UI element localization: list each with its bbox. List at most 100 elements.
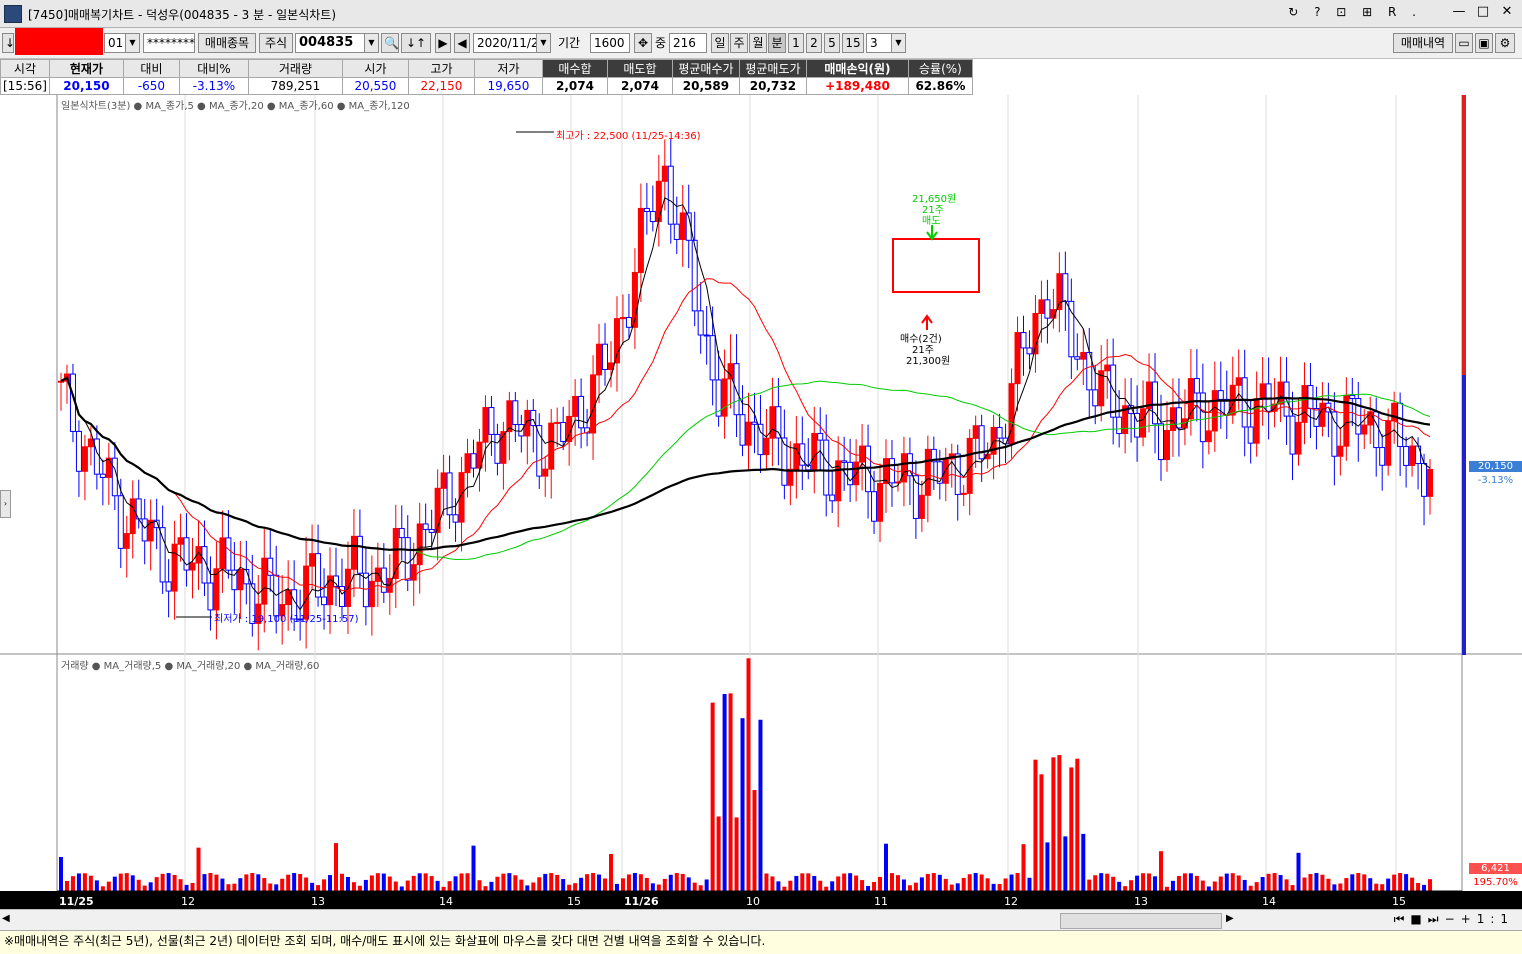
- day-button[interactable]: 일: [711, 33, 729, 53]
- scroll-right-icon[interactable]: ▶: [1226, 913, 1234, 924]
- stock-type-button[interactable]: 주식: [259, 33, 293, 53]
- volume-bar: [860, 880, 865, 891]
- minute-select[interactable]: 3 ▼: [866, 33, 906, 53]
- candle-body: [321, 596, 328, 606]
- time-axis-label: 10: [746, 895, 760, 908]
- candle-body: [757, 423, 764, 456]
- volume-bar: [973, 873, 978, 891]
- candle-body: [171, 543, 178, 592]
- chevron-down-icon[interactable]: ▼: [125, 34, 139, 52]
- volume-chart-svg[interactable]: [0, 655, 1522, 908]
- volume-bar: [453, 876, 458, 891]
- chevron-down-icon[interactable]: ▼: [536, 34, 550, 52]
- candle-body: [464, 453, 471, 474]
- nav-first-icon[interactable]: ⏮: [1394, 912, 1411, 926]
- wrench-icon[interactable]: ⚙: [1495, 33, 1515, 53]
- volume-bar: [339, 873, 344, 891]
- candle-body: [673, 223, 680, 240]
- week-button[interactable]: 주: [730, 33, 748, 53]
- volume-bar: [226, 884, 231, 891]
- volume-bar: [429, 876, 434, 891]
- min15-button[interactable]: 15: [842, 33, 864, 53]
- weight-input[interactable]: 216: [669, 33, 707, 53]
- chart-nav-icons[interactable]: ⏮■⏭−+1:1: [1394, 912, 1514, 927]
- candle-body: [123, 533, 130, 549]
- chart-scrollbar[interactable]: ◀ ▶ ⏮■⏭−+1:1: [0, 909, 1522, 931]
- volume-bar: [1099, 873, 1104, 891]
- zoom-in-icon[interactable]: +: [1461, 912, 1477, 926]
- min2-button[interactable]: 2: [806, 33, 822, 53]
- price-chart-svg[interactable]: [0, 95, 1522, 655]
- trade-history-button[interactable]: 매매내역: [1393, 33, 1453, 53]
- sell-marker-type[interactable]: 매도: [922, 212, 940, 227]
- volume-bar: [764, 873, 769, 891]
- volume-bar: [794, 875, 799, 891]
- time-axis-label: 11/25: [59, 895, 94, 908]
- volume-bar: [405, 880, 410, 891]
- candle-body: [213, 568, 220, 611]
- sort-icon[interactable]: ↓↑: [401, 33, 431, 53]
- volume-bar: [901, 879, 906, 891]
- titlebar-tool-icons[interactable]: ↻ ? ⊡ ⊞ R .: [1288, 5, 1422, 19]
- volume-bar: [549, 873, 554, 891]
- candle-body: [309, 553, 316, 567]
- volume-bar: [1117, 881, 1122, 891]
- min1-button[interactable]: 1: [788, 33, 804, 53]
- volume-bar: [1075, 758, 1080, 891]
- volume-chart-panel[interactable]: 거래량 ● MA_거래량,5 ● MA_거래량,20 ● MA_거래량,60 6…: [0, 655, 1522, 908]
- month-button[interactable]: 월: [749, 33, 767, 53]
- volume-bar: [1009, 874, 1014, 891]
- price-chart-panel[interactable]: 일본식차트(3분) ● MA_종가,5 ● MA_종가,20 ● MA_종가,6…: [0, 95, 1522, 655]
- candle-body: [1217, 390, 1224, 400]
- maximize-button[interactable]: □: [1472, 2, 1494, 22]
- candle-body: [1080, 351, 1087, 360]
- scroll-left-icon[interactable]: ◀: [2, 913, 10, 924]
- candle-body: [643, 207, 650, 213]
- min5-button[interactable]: 5: [824, 33, 840, 53]
- candle-body: [1110, 364, 1117, 418]
- volume-bar: [310, 882, 315, 891]
- chevron-down-icon[interactable]: ▼: [364, 34, 378, 52]
- time-axis-background: [0, 891, 1522, 909]
- account-select[interactable]: 01 ▼: [104, 33, 140, 53]
- close-button[interactable]: ✕: [1496, 2, 1518, 22]
- side-expand-button[interactable]: ›: [0, 490, 11, 518]
- candle-body: [1361, 424, 1368, 435]
- minimize-button[interactable]: —: [1448, 2, 1470, 22]
- next-arrow-icon[interactable]: ▶: [435, 33, 451, 53]
- candle-body: [1421, 462, 1428, 497]
- candle-body: [625, 317, 632, 328]
- volume-bar: [603, 878, 608, 891]
- prev-arrow-icon[interactable]: ◀: [454, 33, 470, 53]
- value-avg-buy: 20,589: [671, 77, 740, 95]
- trade-items-button[interactable]: 매매종목: [198, 33, 256, 53]
- candle-body: [225, 537, 232, 571]
- folder-icon[interactable]: ▭: [1455, 33, 1473, 53]
- candle-body: [1169, 407, 1176, 431]
- password-field[interactable]: ********: [143, 33, 195, 53]
- high-price-label: 최고가 : 22,500 (11/25-14:36): [556, 131, 701, 142]
- scroll-thumb[interactable]: [1060, 913, 1222, 929]
- period-input[interactable]: 1600: [590, 33, 630, 53]
- candle-body: [374, 567, 381, 582]
- date-input[interactable]: 2020/11/26 ▼: [473, 33, 551, 53]
- arrow-down-button[interactable]: ↓: [2, 33, 15, 53]
- zoom-out-icon[interactable]: −: [1445, 912, 1461, 926]
- search-icon[interactable]: 🔍: [381, 33, 399, 53]
- volume-bar: [889, 873, 894, 891]
- volume-bar: [1332, 884, 1337, 891]
- stop-icon[interactable]: ■: [1410, 912, 1427, 926]
- candle-body: [942, 458, 949, 484]
- crosshair-icon[interactable]: ✥: [634, 33, 652, 53]
- nav-last-icon[interactable]: ⏭: [1428, 912, 1445, 926]
- price-legend: 일본식차트(3분) ● MA_종가,5 ● MA_종가,20 ● MA_종가,6…: [61, 101, 410, 112]
- candle-body: [1277, 381, 1284, 405]
- candle-body: [356, 535, 363, 574]
- volume-bar: [1003, 878, 1008, 891]
- minute-button[interactable]: 분: [768, 33, 786, 53]
- volume-bar: [650, 883, 655, 891]
- buy-marker-price[interactable]: 21,300원: [906, 352, 950, 367]
- stock-code-input[interactable]: 004835 ▼: [295, 33, 379, 53]
- save-icon[interactable]: ▣: [1475, 33, 1493, 53]
- chevron-down-icon[interactable]: ▼: [891, 34, 905, 52]
